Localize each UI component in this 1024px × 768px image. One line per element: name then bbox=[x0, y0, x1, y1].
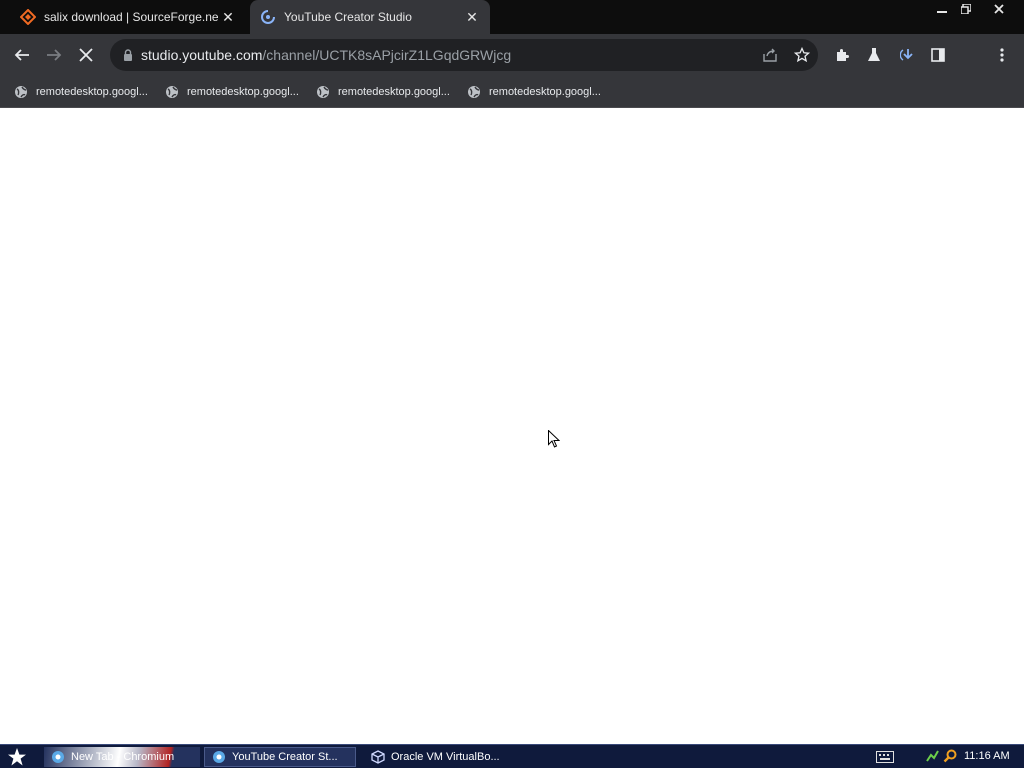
mouse-cursor-icon bbox=[548, 430, 560, 448]
tab-close-icon[interactable]: ✕ bbox=[462, 7, 482, 27]
loading-spinner-icon bbox=[260, 9, 276, 25]
side-panel-button[interactable] bbox=[924, 41, 952, 69]
share-icon[interactable] bbox=[760, 45, 780, 65]
tab-close-icon[interactable]: ✕ bbox=[218, 7, 238, 27]
bookmark-item[interactable]: remotedesktop.googl... bbox=[316, 82, 450, 102]
os-taskbar: New Tab - Chromium YouTube Creator St...… bbox=[0, 744, 1024, 768]
start-menu-button[interactable] bbox=[4, 746, 30, 768]
star-icon bbox=[8, 748, 26, 766]
taskbar-item-chromium[interactable]: New Tab - Chromium bbox=[44, 747, 200, 767]
globe-icon bbox=[165, 85, 179, 99]
tab-title: salix download | SourceForge.net bbox=[44, 10, 218, 24]
system-clock[interactable]: 11:16 AM bbox=[964, 745, 1010, 768]
taskbar-item-youtube-studio[interactable]: YouTube Creator St... bbox=[204, 747, 356, 767]
page-viewport[interactable] bbox=[0, 109, 1024, 744]
address-bar[interactable]: studio.youtube.com/channel/UCTK8sAPjcirZ… bbox=[110, 39, 818, 71]
flask-icon bbox=[868, 48, 880, 61]
tab-strip: salix download | SourceForge.net ✕ YouTu… bbox=[0, 0, 1024, 34]
forward-button[interactable] bbox=[40, 41, 68, 69]
bookmark-label: remotedesktop.googl... bbox=[187, 86, 299, 98]
restore-window-icon[interactable] bbox=[952, 0, 980, 18]
arrow-left-icon bbox=[14, 49, 29, 61]
close-icon bbox=[79, 48, 93, 62]
bookmark-item[interactable]: remotedesktop.googl... bbox=[467, 82, 601, 102]
close-window-icon[interactable] bbox=[984, 0, 1014, 18]
downloads-button[interactable] bbox=[894, 41, 922, 69]
virtualbox-icon bbox=[370, 749, 386, 765]
taskbar-item-label: Oracle VM VirtualBo... bbox=[391, 751, 500, 763]
bookmark-item[interactable]: remotedesktop.googl... bbox=[165, 82, 299, 102]
download-progress-icon bbox=[900, 49, 913, 61]
tab-youtube-studio[interactable]: YouTube Creator Studio ✕ bbox=[250, 0, 490, 34]
stop-loading-button[interactable] bbox=[72, 41, 100, 69]
lock-icon bbox=[120, 47, 136, 63]
bookmark-label: remotedesktop.googl... bbox=[36, 86, 148, 98]
back-button[interactable] bbox=[8, 41, 36, 69]
bookmarks-bar: remotedesktop.googl... remotedesktop.goo… bbox=[0, 76, 1024, 108]
network-icon[interactable] bbox=[924, 748, 940, 764]
menu-button[interactable] bbox=[988, 41, 1016, 69]
sourceforge-icon bbox=[20, 9, 36, 25]
keyboard-icon[interactable] bbox=[876, 751, 894, 763]
extensions-button[interactable] bbox=[828, 41, 856, 69]
arrow-right-icon bbox=[47, 49, 62, 61]
tab-title: YouTube Creator Studio bbox=[284, 10, 412, 24]
taskbar-item-label: New Tab - Chromium bbox=[71, 751, 175, 763]
globe-icon bbox=[316, 85, 330, 99]
search-icon[interactable] bbox=[942, 748, 958, 764]
bookmark-label: remotedesktop.googl... bbox=[489, 86, 601, 98]
bookmark-item[interactable]: remotedesktop.googl... bbox=[14, 82, 148, 102]
browser-toolbar: studio.youtube.com/channel/UCTK8sAPjcirZ… bbox=[0, 34, 1024, 99]
url-path: /channel/UCTK8sAPjcirZ1LGqdGRWjcg bbox=[262, 47, 512, 63]
url-host: studio.youtube.com bbox=[141, 47, 263, 63]
globe-icon bbox=[467, 85, 481, 99]
url-text: studio.youtube.com/channel/UCTK8sAPjcirZ… bbox=[141, 39, 511, 71]
kebab-menu-icon bbox=[1000, 48, 1004, 62]
bookmark-label: remotedesktop.googl... bbox=[338, 86, 450, 98]
globe-icon bbox=[14, 85, 28, 99]
side-panel-icon bbox=[931, 48, 945, 62]
taskbar-item-virtualbox[interactable]: Oracle VM VirtualBo... bbox=[364, 747, 514, 767]
bookmark-star-icon[interactable] bbox=[792, 45, 812, 65]
taskbar-item-label: YouTube Creator St... bbox=[232, 751, 338, 763]
chromium-icon bbox=[211, 749, 227, 765]
labs-button[interactable] bbox=[860, 41, 888, 69]
puzzle-icon bbox=[837, 49, 849, 61]
tab-sourceforge[interactable]: salix download | SourceForge.net ✕ bbox=[10, 0, 246, 34]
chromium-icon bbox=[50, 749, 66, 765]
